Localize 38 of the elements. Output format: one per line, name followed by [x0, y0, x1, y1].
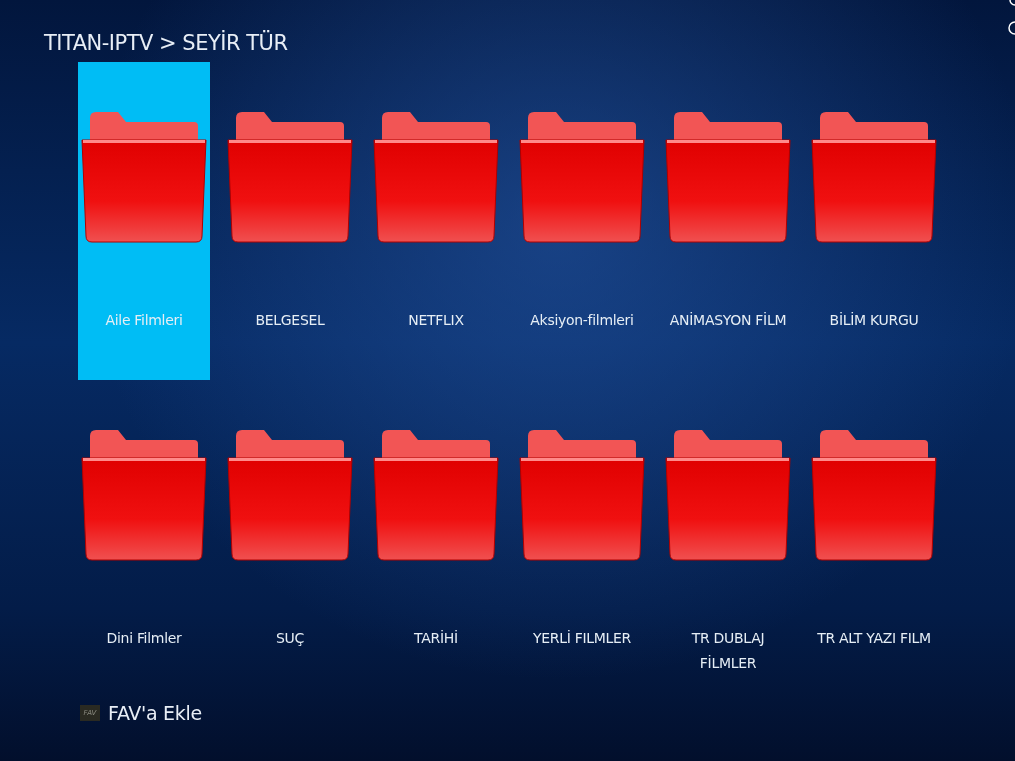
folder-icon	[518, 430, 646, 562]
category-label: TARİHİ	[413, 629, 459, 648]
category-tile[interactable]: NETFLIX	[370, 62, 502, 380]
category-label: Aile Filmleri	[104, 311, 184, 330]
breadcrumb-title: TITAN-IPTV > SEYİR TÜR	[44, 30, 288, 56]
category-label: YERLİ FILMLER	[531, 629, 632, 648]
hint-label: FAV'a Ekle	[108, 702, 202, 724]
category-label: Aksiyon-filmleri	[529, 311, 635, 330]
edge-icon	[1007, 0, 1015, 36]
category-tile[interactable]: Aksiyon-filmleri	[516, 62, 648, 380]
category-label: NETFLIX	[407, 311, 465, 330]
category-tile[interactable]: Dini Filmler	[78, 380, 210, 698]
folder-icon	[810, 430, 938, 562]
category-label: TR DUBLAJ FİLMLER	[690, 629, 766, 673]
category-tile[interactable]: TR DUBLAJ FİLMLER	[662, 380, 794, 698]
folder-icon	[810, 112, 938, 244]
category-label: BELGESEL	[254, 311, 326, 330]
category-label: BİLİM KURGU	[828, 311, 920, 330]
category-label: SUÇ	[275, 629, 305, 648]
folder-icon	[80, 112, 208, 244]
folder-icon	[226, 112, 354, 244]
folder-icon	[372, 430, 500, 562]
folder-icon	[518, 112, 646, 244]
category-tile[interactable]: ANİMASYON FİLM	[662, 62, 794, 380]
folder-icon	[664, 112, 792, 244]
category-tile[interactable]: TR ALT YAZI FILM	[808, 380, 940, 698]
folder-icon	[226, 430, 354, 562]
category-tile[interactable]: TARİHİ	[370, 380, 502, 698]
folder-icon	[372, 112, 500, 244]
category-tile[interactable]: BELGESEL	[224, 62, 356, 380]
category-label: ANİMASYON FİLM	[668, 311, 788, 330]
category-tile[interactable]: YERLİ FILMLER	[516, 380, 648, 698]
category-tile[interactable]: SUÇ	[224, 380, 356, 698]
category-label: TR ALT YAZI FILM	[816, 629, 932, 648]
category-tile[interactable]: BİLİM KURGU	[808, 62, 940, 380]
category-label: Dini Filmler	[105, 629, 183, 648]
folder-icon	[80, 430, 208, 562]
folder-icon	[664, 430, 792, 562]
